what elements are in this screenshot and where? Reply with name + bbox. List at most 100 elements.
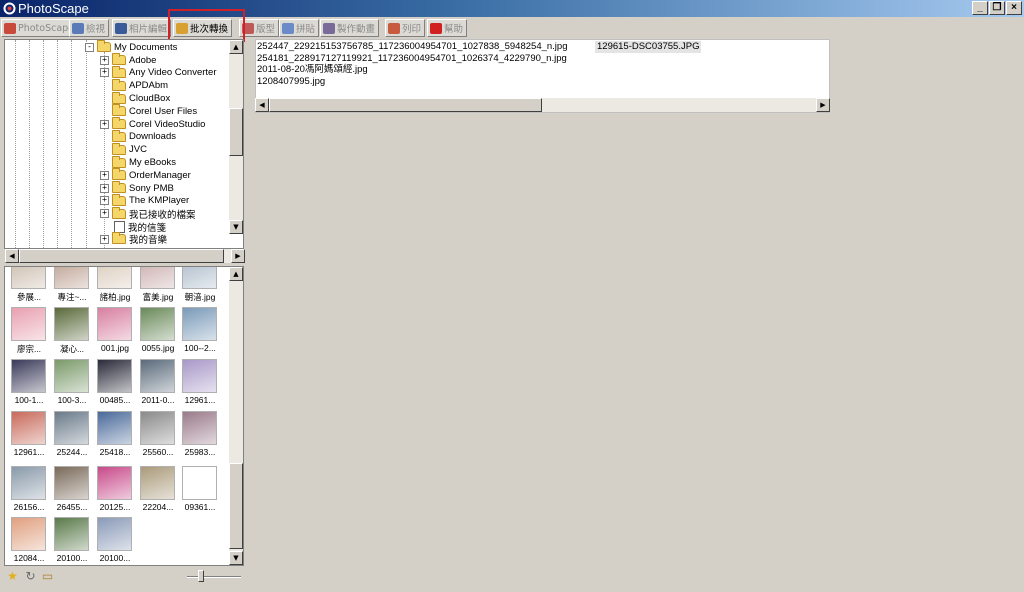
tab-7[interactable]: 列印 (385, 19, 426, 37)
tree-item-my-documents[interactable]: - My Documents (85, 40, 177, 54)
folder-tree-hscroll[interactable]: ◀ ▶ (5, 249, 245, 263)
thumbnail-item[interactable]: 12961... (178, 356, 219, 406)
thumbnail-item[interactable]: 25244... (50, 408, 91, 458)
scroll-up-button[interactable]: ▲ (229, 40, 243, 54)
tree-item-6[interactable]: Downloads (100, 129, 176, 144)
tree-item-1[interactable]: + Any Video Converter (100, 65, 217, 80)
scroll-thumb[interactable] (19, 249, 224, 263)
thumbnail-item[interactable]: 12961... (7, 408, 48, 458)
expand-icon[interactable]: + (100, 234, 109, 244)
scroll-down-button[interactable]: ▼ (229, 220, 243, 234)
scroll-down-button[interactable]: ▼ (229, 551, 243, 565)
expand-icon[interactable]: + (100, 183, 109, 193)
tree-item-3[interactable]: CloudBox (100, 91, 170, 105)
thumbnail-item[interactable]: 09361... (178, 463, 219, 513)
tree-item-0[interactable]: + Adobe (100, 53, 156, 67)
thumbnail-item[interactable]: 2011-0... (136, 356, 177, 406)
thumbnail-item[interactable]: 凝心... (50, 304, 91, 354)
tab-5[interactable]: 拼貼 (279, 19, 320, 37)
tree-item-7[interactable]: JVC (100, 142, 147, 156)
thumbnail-item[interactable]: 00485... (93, 356, 134, 406)
file-item[interactable]: 2011-08-20馮阿媽頌經.jpg (257, 64, 368, 76)
thumbnail-item[interactable]: 26455... (50, 463, 91, 513)
thumbnail-item[interactable]: 26156... (7, 463, 48, 513)
scroll-right-button[interactable]: ▶ (816, 98, 830, 112)
thumbnail-item[interactable]: 12084... (7, 514, 48, 564)
file-item[interactable]: 254181_228917127119921_117236004954701_1… (257, 53, 567, 65)
tree-item-10[interactable]: + Sony PMB (100, 181, 174, 195)
tree-item-2[interactable]: APDAbm (100, 78, 168, 92)
thumbnail-caption: 25560... (142, 447, 174, 457)
zoom-slider-handle[interactable] (198, 570, 204, 582)
star-icon[interactable]: ★ (6, 570, 19, 583)
scroll-thumb[interactable] (229, 108, 243, 156)
thumbnail-image (140, 466, 175, 500)
tab-0[interactable]: PhotoScape (1, 19, 79, 37)
collapse-icon[interactable]: - (85, 42, 94, 52)
scroll-right-button[interactable]: ▶ (231, 249, 245, 263)
thumbnail-vscroll[interactable]: ▲ ▼ (229, 267, 243, 565)
thumbnail-item[interactable]: 參展... (7, 267, 48, 302)
thumbnail-item[interactable]: 25418... (93, 408, 134, 458)
tree-item-9[interactable]: + OrderManager (100, 168, 191, 182)
tab-label: 版型 (256, 24, 276, 35)
thumbnail-item[interactable]: 0055.jpg (136, 304, 177, 354)
folder-tree[interactable]: - My Documents + Adobe + Any Video Converter A… (4, 39, 244, 249)
expand-icon[interactable]: + (100, 196, 109, 206)
tree-item-5[interactable]: + Corel VideoStudio (100, 117, 205, 131)
expand-icon[interactable]: + (100, 119, 109, 129)
tree-item-12[interactable]: + 我已接收的檔案 (100, 206, 196, 221)
minimize-button[interactable]: _ (972, 1, 988, 15)
tab-label: 檢視 (86, 24, 106, 35)
thumbnail-item[interactable]: 20100... (93, 514, 134, 564)
thumbnail-caption: 12961... (13, 447, 45, 457)
scroll-up-button[interactable]: ▲ (229, 267, 243, 281)
tab-1[interactable]: 檢視 (69, 19, 110, 37)
thumbnail-item[interactable]: 25560... (136, 408, 177, 458)
tab-4[interactable]: 版型 (239, 19, 280, 37)
scroll-thumb[interactable] (229, 463, 243, 549)
highlight-annotation (168, 9, 245, 42)
thumbnail-item[interactable]: 專注~... (50, 267, 91, 302)
folder-icon (112, 193, 126, 206)
folder-up-icon[interactable]: ▭ (41, 570, 54, 583)
thumbnail-item[interactable]: 諸柏.jpg (93, 267, 134, 302)
tree-item-14[interactable]: + 我的音樂 (100, 232, 167, 246)
file-item[interactable]: 1208407995.jpg (257, 76, 325, 88)
thumbnail-item[interactable]: 廖宗... (7, 304, 48, 354)
thumbnail-item[interactable]: 001.jpg (93, 304, 134, 354)
thumbnail-item[interactable]: 富美.jpg (136, 267, 177, 302)
refresh-icon[interactable]: ↻ (24, 570, 37, 583)
thumbnail-item[interactable]: 100-3... (50, 356, 91, 406)
file-list-hscroll[interactable]: ◀ ▶ (255, 98, 830, 112)
expand-icon[interactable]: + (100, 55, 109, 65)
thumbnail-item[interactable]: 100--2... (178, 304, 219, 354)
close-button[interactable]: × (1006, 1, 1022, 15)
expand-icon[interactable]: + (100, 209, 109, 219)
file-item[interactable]: 252447_229215153756785_117236004954701_1… (257, 41, 568, 53)
restore-button[interactable]: ❐ (989, 1, 1005, 15)
thumbnail-item[interactable]: 100-1... (7, 356, 48, 406)
thumbnail-item[interactable]: 25983... (178, 408, 219, 458)
thumbnail-item[interactable]: 20125... (93, 463, 134, 513)
scroll-thumb[interactable] (269, 98, 542, 112)
tab-6[interactable]: 製作動畫 (320, 19, 380, 37)
folder-tree-vscroll[interactable]: ▲ ▼ (229, 40, 243, 234)
tab-8[interactable]: 幫助 (427, 19, 468, 37)
selected-file[interactable]: 129615-DSC03755.JPG (595, 41, 702, 53)
tab-2[interactable]: 相片編輯 (112, 19, 172, 37)
tree-item-11[interactable]: + The KMPlayer (100, 193, 189, 208)
expand-icon[interactable]: + (100, 170, 109, 180)
thumbnail-image (54, 359, 89, 393)
thumbnail-item[interactable]: 22204... (136, 463, 177, 513)
tree-item-8[interactable]: My eBooks (100, 155, 176, 169)
thumbnail-item[interactable]: 20100... (50, 514, 91, 564)
tree-item-13[interactable]: 我的信箋 (100, 220, 166, 234)
folder-icon (112, 65, 126, 78)
tree-item-4[interactable]: Corel User Files (100, 104, 197, 118)
scroll-left-button[interactable]: ◀ (255, 98, 269, 112)
expand-icon[interactable]: + (100, 68, 109, 78)
zoom-slider-track[interactable] (187, 576, 241, 578)
thumbnail-item[interactable]: 朝湆.jpg (178, 267, 219, 302)
scroll-left-button[interactable]: ◀ (5, 249, 19, 263)
